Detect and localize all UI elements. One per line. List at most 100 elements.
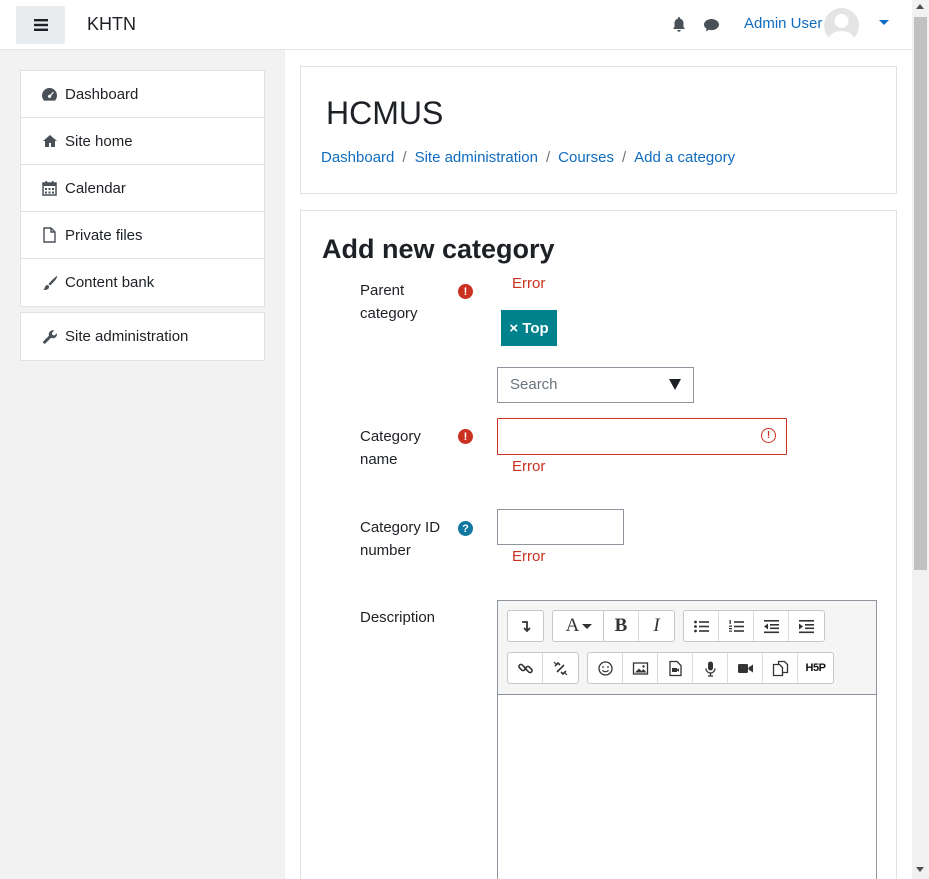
italic-button[interactable]: I [639, 611, 674, 641]
avatar[interactable] [824, 8, 859, 43]
bullet-list-icon [693, 620, 709, 632]
home-icon [41, 133, 58, 150]
category-name-error: Error [512, 458, 546, 475]
manage-files-button[interactable] [763, 653, 798, 683]
top-navbar: KHTN Admin User [0, 0, 912, 50]
toolbar-group-collapse [507, 610, 544, 642]
chat-icon[interactable] [703, 17, 720, 33]
indent-icon [799, 619, 814, 633]
sidebar-item-label: Dashboard [65, 85, 139, 103]
sidebar-item-private-files[interactable]: Private files [21, 212, 264, 259]
page-scrollbar[interactable] [912, 0, 929, 879]
scroll-thumb[interactable] [914, 17, 927, 570]
search-placeholder: Search [510, 376, 558, 393]
category-id-label-line2: number [360, 541, 411, 559]
breadcrumb-separator: / [545, 149, 551, 166]
required-icon: ! [458, 284, 473, 299]
sidebar-item-calendar[interactable]: Calendar [21, 165, 264, 212]
hamburger-icon [33, 19, 48, 31]
add-category-form: Add new category Parent category ! Error… [300, 210, 897, 879]
dashboard-icon [41, 86, 58, 103]
sidebar-item-site-administration[interactable]: Site administration [21, 313, 264, 360]
italic-icon: I [653, 615, 660, 636]
drawer-toggle-button[interactable] [16, 6, 65, 44]
nav-group-admin: Site administration [20, 312, 265, 361]
link-button[interactable] [508, 653, 543, 683]
collapse-icon [522, 620, 531, 632]
breadcrumb-separator: / [622, 149, 627, 166]
category-name-input-overlay: ! [497, 418, 787, 455]
breadcrumb-site-administration[interactable]: Site administration [415, 149, 538, 166]
breadcrumb-add-category[interactable]: Add a category [634, 149, 735, 166]
numbered-list-button[interactable] [719, 611, 754, 641]
outdent-icon [763, 619, 779, 633]
indent-button[interactable] [789, 611, 824, 641]
help-icon[interactable]: ? [458, 521, 473, 536]
audio-button[interactable] [693, 653, 728, 683]
category-id-label: Category ID number [360, 517, 440, 562]
bullet-list-button[interactable] [684, 611, 719, 641]
breadcrumb-courses[interactable]: Courses [558, 149, 614, 166]
category-name-label-line1: Category [360, 428, 421, 445]
toolbar-group-text: B I [603, 610, 675, 642]
page-title: HCMUS [326, 95, 444, 131]
toolbar-group-links [507, 652, 579, 684]
sidebar-item-label: Private files [65, 226, 143, 244]
breadcrumb-dashboard[interactable]: Dashboard [321, 149, 394, 166]
h5p-button[interactable]: H5P [798, 653, 833, 683]
category-id-input[interactable] [497, 509, 624, 545]
unlink-button[interactable] [543, 653, 578, 683]
user-menu-name[interactable]: Admin User [744, 15, 822, 32]
toolbar-group-list [683, 610, 825, 642]
sidebar-item-label: Site home [65, 132, 133, 150]
description-editor: A B I H5P [497, 600, 877, 879]
outdent-button[interactable] [754, 611, 789, 641]
nav-drawer: Dashboard Site home Calendar Private fil… [0, 50, 285, 879]
brush-icon [41, 274, 58, 291]
bell-icon[interactable] [671, 16, 687, 33]
page-header: HCMUS Dashboard / Site administration / … [300, 66, 897, 194]
category-id-label-line1: Category ID [360, 519, 441, 536]
sidebar-item-site-home[interactable]: Site home [21, 118, 264, 165]
emoji-icon [597, 660, 613, 676]
sidebar-item-label: Content bank [65, 274, 155, 291]
sidebar-item-dashboard[interactable]: Dashboard [21, 71, 264, 118]
breadcrumb-separator: / [402, 149, 407, 166]
calendar-icon [41, 180, 58, 197]
sidebar-item-label: Site administration [65, 328, 189, 345]
scroll-up-icon[interactable] [916, 4, 924, 9]
numbered-list-icon [728, 619, 744, 632]
font-style-icon: A [566, 615, 593, 637]
scroll-down-icon[interactable] [916, 867, 924, 872]
sidebar-item-label: Calendar [65, 179, 126, 197]
toolbar-group-insert: H5P [587, 652, 834, 684]
emoji-button[interactable] [588, 653, 623, 683]
sidebar-item-content-bank[interactable]: Content bank [21, 259, 264, 306]
bold-icon: B [614, 615, 628, 636]
video-button[interactable] [728, 653, 763, 683]
category-id-error: Error [512, 548, 546, 565]
editor-toolbar: A B I H5P [498, 601, 876, 695]
bold-button[interactable]: B [604, 611, 639, 641]
site-brand[interactable]: KHTN [87, 14, 136, 35]
selected-parent-tag[interactable]: × Top [501, 310, 557, 346]
parent-category-label-line2: category [360, 304, 418, 322]
parent-category-label-line1: Parent [360, 282, 405, 299]
warning-icon: ! [761, 428, 776, 443]
required-icon: ! [458, 429, 473, 444]
description-label: Description [360, 609, 436, 626]
media-button[interactable] [658, 653, 693, 683]
parent-category-search[interactable]: Search [497, 367, 694, 403]
collapse-toolbar-button[interactable] [508, 611, 543, 641]
file-icon [41, 227, 58, 244]
chevron-down-icon[interactable] [879, 20, 889, 25]
image-button[interactable] [623, 653, 658, 683]
manage-files-icon [772, 660, 788, 676]
parent-category-label: Parent category [360, 280, 418, 325]
chevron-down-icon[interactable] [669, 379, 681, 390]
font-style-button[interactable]: A [553, 611, 605, 641]
category-name-label-line2: name [360, 450, 398, 468]
media-icon [668, 660, 682, 676]
link-icon [517, 663, 533, 673]
video-icon [737, 663, 753, 673]
